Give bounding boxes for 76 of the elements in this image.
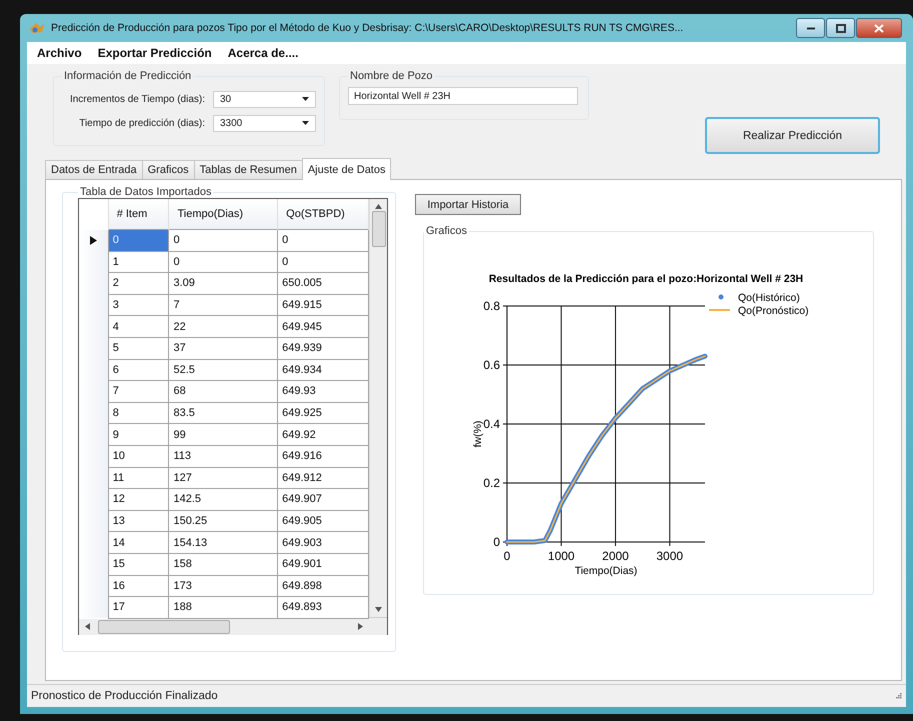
group-title: Graficos bbox=[425, 225, 468, 237]
table-cell: 649.939 bbox=[278, 337, 369, 360]
table-cell: 649.903 bbox=[278, 532, 369, 554]
table-cell: 52.5 bbox=[168, 359, 278, 381]
table-cell: 9 bbox=[108, 424, 169, 446]
table-cell: 13 bbox=[108, 510, 169, 532]
table-cell: 649.901 bbox=[278, 553, 369, 575]
table-cell: 7 bbox=[168, 294, 278, 316]
table-cell: 2 bbox=[108, 272, 169, 294]
table-cell: 649.925 bbox=[278, 402, 369, 424]
y-tick-label: 0.6 bbox=[483, 358, 500, 372]
table-cell: 650.005 bbox=[278, 272, 369, 294]
table-cell: 7 bbox=[108, 380, 169, 402]
table-cell: 4 bbox=[108, 316, 169, 338]
table-cell: 154.13 bbox=[168, 532, 278, 554]
table-cell: 158 bbox=[168, 553, 278, 575]
table-cell: 99 bbox=[168, 424, 278, 446]
window-title: Predicción de Producción para pozos Tipo por el Método de Kuo y Desbrisay: C:\Users\CARO\Desktop\RESULTS RUN TS CMG\RES... bbox=[51, 22, 684, 34]
table-cell: 6 bbox=[108, 359, 169, 381]
table-cell: 5 bbox=[108, 337, 169, 360]
table-cell: 17 bbox=[108, 596, 169, 618]
table-cell: 649.915 bbox=[278, 294, 369, 316]
table-cell: 649.907 bbox=[278, 488, 369, 510]
table-cell: 8 bbox=[108, 402, 169, 424]
table-cell: 37 bbox=[168, 337, 278, 360]
table-cell: 127 bbox=[168, 467, 278, 489]
table-cell: 150.25 bbox=[168, 510, 278, 532]
table-cell: 68 bbox=[168, 380, 278, 402]
group-title: Nombre de Pozo bbox=[349, 70, 434, 82]
field-label: Incrementos de Tiempo (dias): bbox=[70, 94, 205, 104]
y-tick-label: 0.2 bbox=[483, 476, 500, 490]
table-cell: 649.905 bbox=[278, 510, 369, 532]
table-cell: 649.916 bbox=[278, 445, 369, 468]
table-cell: 16 bbox=[108, 575, 169, 597]
table-cell: 113 bbox=[168, 445, 278, 468]
x-tick-label: 3000 bbox=[656, 549, 684, 563]
legend-label: Qo(Histórico) bbox=[738, 292, 800, 304]
table-cell: 188 bbox=[168, 596, 278, 618]
y-tick-label: 0.4 bbox=[483, 417, 500, 431]
x-tick-label: 2000 bbox=[602, 549, 629, 563]
x-axis-title: Tiempo(Dias) bbox=[574, 565, 638, 577]
table-cell: 173 bbox=[168, 575, 278, 597]
table-cell: 22 bbox=[168, 316, 278, 338]
field-label: Tiempo de predicción (dias): bbox=[79, 118, 205, 128]
table-cell: 649.92 bbox=[278, 424, 369, 446]
table-cell: 649.945 bbox=[278, 316, 369, 338]
x-tick-label: 1000 bbox=[548, 549, 575, 563]
table-cell: 3.09 bbox=[168, 272, 278, 294]
table-cell: 10 bbox=[108, 445, 169, 468]
table-cell: 0 bbox=[168, 251, 278, 273]
y-axis-title: fw(%) bbox=[472, 420, 484, 448]
table-cell: 0 bbox=[278, 230, 369, 252]
table-cell: 1 bbox=[108, 251, 169, 273]
table-cell: 649.893 bbox=[278, 596, 369, 618]
table-cell: 14 bbox=[108, 532, 169, 554]
y-tick-label: 0.8 bbox=[483, 299, 500, 313]
table-cell: 142.5 bbox=[168, 488, 278, 510]
group-title: Tabla de Datos Importados bbox=[79, 186, 212, 198]
table-cell: 649.912 bbox=[278, 467, 369, 489]
status-text: Pronostico de Producción Finalizado bbox=[31, 690, 218, 702]
table-cell: 3 bbox=[108, 294, 169, 316]
table-cell: 15 bbox=[108, 553, 169, 575]
table-cell: 0 bbox=[278, 251, 369, 273]
table-cell: 0 bbox=[108, 230, 169, 252]
table-cell: 0 bbox=[168, 230, 278, 252]
group-title: Información de Predicción bbox=[63, 70, 192, 82]
table-cell: 649.898 bbox=[278, 575, 369, 597]
table-cell: 83.5 bbox=[168, 402, 278, 424]
table-cell: 12 bbox=[108, 488, 169, 510]
chart-title: Resultados de la Predicción para el pozo:Horizontal Well # 23H bbox=[488, 273, 804, 285]
x-tick-label: 0 bbox=[504, 549, 510, 563]
table-cell: 649.934 bbox=[278, 359, 369, 381]
table-cell: 11 bbox=[108, 467, 169, 489]
legend-label: Qo(Pronóstico) bbox=[738, 305, 809, 317]
y-tick-label: 0 bbox=[493, 535, 500, 549]
table-cell: 649.93 bbox=[278, 380, 369, 402]
